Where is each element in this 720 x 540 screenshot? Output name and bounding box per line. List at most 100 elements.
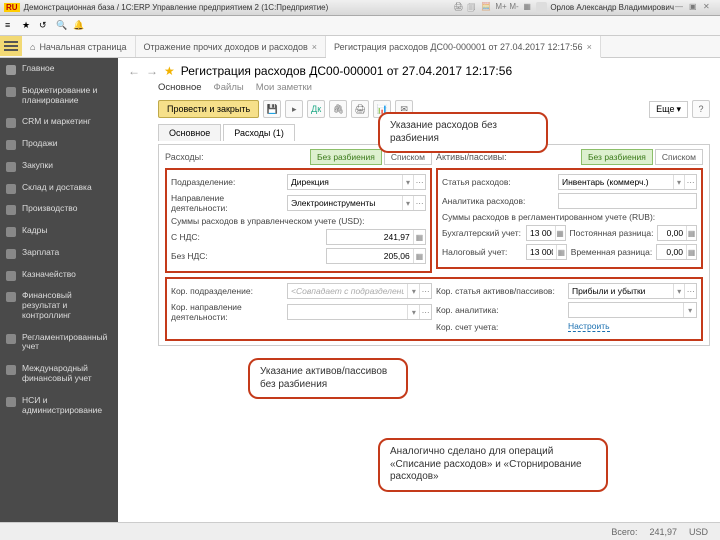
toolbar-icon[interactable]: M-	[509, 2, 521, 14]
kor-dept-field[interactable]: ▾⋯	[287, 283, 432, 299]
favorite-icon[interactable]: ★	[164, 64, 175, 78]
calc-icon[interactable]: ▦	[556, 245, 566, 259]
kor-dir-input[interactable]	[288, 307, 407, 317]
tab-home[interactable]: ⌂Начальная страница	[22, 36, 136, 57]
article-input[interactable]	[559, 177, 673, 187]
post-icon[interactable]: ▸	[285, 100, 303, 118]
calc-icon[interactable]: ▦	[555, 226, 565, 240]
sidebar-item-hr[interactable]: Кадры	[0, 220, 118, 242]
link-icon[interactable]: 🖇	[329, 100, 347, 118]
sidebar-item-nsi[interactable]: НСИ и администрирование	[0, 390, 118, 422]
sidebar-item-ifrs[interactable]: Международный финансовый учет	[0, 358, 118, 390]
calc-icon[interactable]: ▦	[686, 226, 696, 240]
dropdown-icon[interactable]: ▾	[683, 303, 696, 317]
kor-art-field[interactable]: ▾⋯	[568, 283, 697, 299]
subnav-files[interactable]: Файлы	[214, 82, 244, 94]
inner-tab-expenses[interactable]: Расходы (1)	[223, 124, 295, 141]
dropdown-icon[interactable]: ▾	[402, 175, 414, 189]
tab-registration[interactable]: Регистрация расходов ДС00-000001 от 27.0…	[326, 36, 601, 58]
dropdown-icon[interactable]: ▾	[402, 196, 414, 210]
article-field[interactable]: ▾⋯	[558, 174, 697, 190]
maximize-icon[interactable]: ▣	[689, 2, 701, 14]
bu-input[interactable]	[527, 228, 555, 238]
dept-input[interactable]	[288, 177, 402, 187]
sidebar-item-warehouse[interactable]: Склад и доставка	[0, 177, 118, 199]
mode-nobreak-right[interactable]: Без разбиения	[581, 149, 653, 165]
novat-field[interactable]: ▦	[326, 248, 426, 264]
vat-input[interactable]	[327, 232, 413, 242]
open-icon[interactable]: ⋯	[684, 284, 696, 298]
close-icon[interactable]: ×	[312, 42, 317, 52]
mode-nobreak-left[interactable]: Без разбиения	[310, 149, 382, 165]
submit-close-button[interactable]: Провести и закрыть	[158, 100, 259, 118]
sidebar-item-salary[interactable]: Зарплата	[0, 242, 118, 264]
user-chip[interactable]: Орлов Александр Владимирович	[536, 2, 674, 13]
mode-list-right[interactable]: Списком	[655, 149, 703, 165]
help-button[interactable]: ?	[692, 100, 710, 118]
kor-dept-input[interactable]	[288, 286, 407, 296]
sidebar-item-main[interactable]: Главное	[0, 58, 118, 80]
sidebar-item-crm[interactable]: CRM и маркетинг	[0, 111, 118, 133]
dropdown-icon[interactable]: ▾	[407, 305, 419, 319]
star-icon[interactable]: ★	[21, 19, 35, 33]
kor-anal-input[interactable]	[569, 305, 683, 315]
toolbar-icon[interactable]: ▦	[523, 2, 535, 14]
open-icon[interactable]: ⋯	[419, 284, 431, 298]
direction-field[interactable]: ▾⋯	[287, 195, 426, 211]
sidebar-item-sales[interactable]: Продажи	[0, 133, 118, 155]
open-icon[interactable]: ⋯	[413, 196, 425, 210]
inner-tab-main[interactable]: Основное	[158, 124, 221, 141]
vr-field[interactable]: ▦	[656, 244, 697, 260]
dept-field[interactable]: ▾⋯	[287, 174, 426, 190]
open-icon[interactable]: ⋯	[419, 305, 431, 319]
close-icon[interactable]: ×	[587, 42, 592, 52]
vr-input[interactable]	[657, 247, 686, 257]
analytics-field[interactable]	[558, 193, 697, 209]
novat-input[interactable]	[327, 251, 413, 261]
bu-field[interactable]: ▦	[526, 225, 566, 241]
tab-reflection[interactable]: Отражение прочих доходов и расходов×	[136, 36, 327, 57]
close-icon[interactable]: ✕	[703, 2, 715, 14]
nu-input[interactable]	[527, 247, 556, 257]
sidebar-item-regulated[interactable]: Регламентированный учет	[0, 327, 118, 359]
calc-icon[interactable]: ▦	[686, 245, 696, 259]
open-icon[interactable]: ⋯	[684, 175, 696, 189]
configure-link[interactable]: Настроить	[568, 321, 610, 332]
dk-icon[interactable]: Дк	[307, 100, 325, 118]
subnav-notes[interactable]: Мои заметки	[256, 82, 312, 94]
vat-field[interactable]: ▦	[326, 229, 426, 245]
pr-input[interactable]	[658, 228, 686, 238]
nu-field[interactable]: ▦	[526, 244, 567, 260]
dropdown-icon[interactable]: ▾	[407, 284, 419, 298]
toolbar-icon[interactable]: 🗐	[467, 2, 479, 14]
toolbar-icon[interactable]: 🧮	[481, 2, 493, 14]
toolbar-icon[interactable]: 🖨	[453, 2, 465, 14]
subnav-main[interactable]: Основное	[158, 82, 202, 94]
toolbar-icon[interactable]: M+	[495, 2, 507, 14]
bell-icon[interactable]: 🔔	[72, 19, 86, 33]
minimize-icon[interactable]: —	[675, 2, 687, 14]
back-icon[interactable]: ←	[128, 64, 140, 78]
more-button[interactable]: Еще▾	[649, 101, 688, 118]
pr-field[interactable]: ▦	[657, 225, 697, 241]
dropdown-icon[interactable]: ▾	[673, 284, 685, 298]
sidebar-item-finance[interactable]: Финансовый результат и контроллинг	[0, 285, 118, 326]
calc-icon[interactable]: ▦	[413, 230, 425, 244]
sidebar-item-production[interactable]: Производство	[0, 198, 118, 220]
search-icon[interactable]: 🔍	[55, 19, 69, 33]
direction-input[interactable]	[288, 198, 402, 208]
dropdown-icon[interactable]: ▾	[673, 175, 685, 189]
save-icon[interactable]: 💾	[263, 100, 281, 118]
calc-icon[interactable]: ▦	[413, 249, 425, 263]
history-icon[interactable]: ↺	[38, 19, 52, 33]
kor-dir-field[interactable]: ▾⋯	[287, 304, 432, 320]
sidebar-item-budget[interactable]: Бюджетирование и планирование	[0, 80, 118, 112]
open-icon[interactable]: ⋯	[413, 175, 425, 189]
print-icon[interactable]: 🖨	[351, 100, 369, 118]
menu-icon[interactable]: ≡	[4, 19, 18, 33]
forward-icon[interactable]: →	[146, 64, 158, 78]
kor-anal-field[interactable]: ▾	[568, 302, 697, 318]
analytics-input[interactable]	[559, 196, 696, 206]
hamburger-icon[interactable]	[0, 36, 22, 56]
kor-art-input[interactable]	[569, 286, 673, 296]
